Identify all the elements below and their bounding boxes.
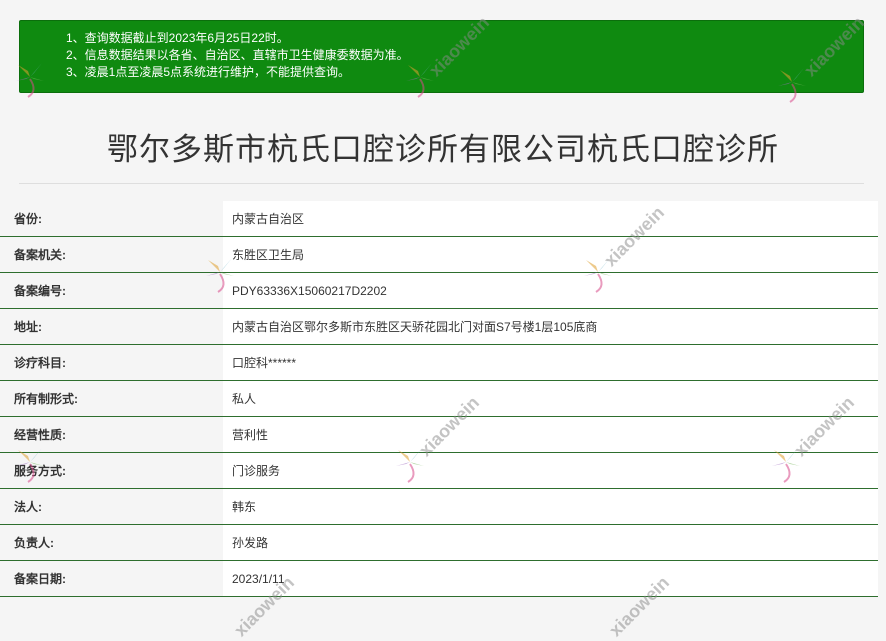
table-row: 经营性质: 营利性 xyxy=(0,417,878,453)
row-label: 诊疗科目: xyxy=(0,345,223,380)
table-row: 所有制形式: 私人 xyxy=(0,381,878,417)
table-row: 诊疗科目: 口腔科****** xyxy=(0,345,878,381)
row-label: 备案机关: xyxy=(0,237,223,272)
row-label: 服务方式: xyxy=(0,453,223,488)
table-row: 备案机关: 东胜区卫生局 xyxy=(0,237,878,273)
row-value: 口腔科****** xyxy=(223,345,878,380)
table-row: 法人: 韩东 xyxy=(0,489,878,525)
row-value: 2023/1/11 xyxy=(223,561,878,596)
row-label: 法人: xyxy=(0,489,223,524)
table-row: 地址: 内蒙古自治区鄂尔多斯市东胜区天骄花园北门对面S7号楼1层105底商 xyxy=(0,309,878,345)
table-row: 负责人: 孙发路 xyxy=(0,525,878,561)
row-label: 经营性质: xyxy=(0,417,223,452)
title-divider xyxy=(19,183,864,184)
row-value: PDY63336X15060217D2202 xyxy=(223,273,878,308)
notice-line-2: 2、信息数据结果以各省、自治区、直辖市卫生健康委数据为准。 xyxy=(66,48,409,62)
row-label: 负责人: xyxy=(0,525,223,560)
table-row: 备案编号: PDY63336X15060217D2202 xyxy=(0,273,878,309)
row-value: 营利性 xyxy=(223,417,878,452)
row-value: 内蒙古自治区鄂尔多斯市东胜区天骄花园北门对面S7号楼1层105底商 xyxy=(223,309,878,344)
table-row: 服务方式: 门诊服务 xyxy=(0,453,878,489)
row-label: 地址: xyxy=(0,309,223,344)
row-label: 所有制形式: xyxy=(0,381,223,416)
row-label: 备案编号: xyxy=(0,273,223,308)
notice-banner: 1、查询数据截止到2023年6月25日22时。 2、信息数据结果以各省、自治区、… xyxy=(19,20,864,93)
notice-line-1: 1、查询数据截止到2023年6月25日22时。 xyxy=(66,31,289,45)
row-value: 孙发路 xyxy=(223,525,878,560)
info-table: 省份: 内蒙古自治区 备案机关: 东胜区卫生局 备案编号: PDY63336X1506… xyxy=(0,201,878,597)
row-value: 门诊服务 xyxy=(223,453,878,488)
row-value: 内蒙古自治区 xyxy=(223,201,878,236)
row-value: 私人 xyxy=(223,381,878,416)
notice-line-3: 3、凌晨1点至凌晨5点系统进行维护，不能提供查询。 xyxy=(66,65,351,79)
row-value: 东胜区卫生局 xyxy=(223,237,878,272)
row-label: 备案日期: xyxy=(0,561,223,596)
table-row: 备案日期: 2023/1/11 xyxy=(0,561,878,597)
page-title: 鄂尔多斯市杭氏口腔诊所有限公司杭氏口腔诊所 xyxy=(107,132,779,167)
row-label: 省份: xyxy=(0,201,223,236)
row-value: 韩东 xyxy=(223,489,878,524)
table-row: 省份: 内蒙古自治区 xyxy=(0,201,878,237)
